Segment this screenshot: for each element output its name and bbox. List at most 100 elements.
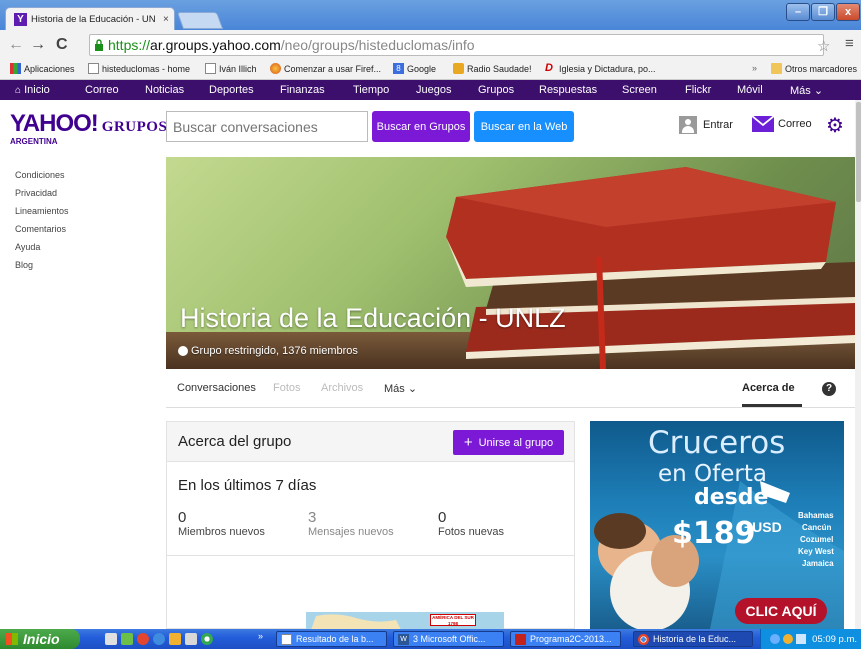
quicklaunch-icon[interactable] (153, 633, 165, 645)
about-card-title: Acerca del grupo (178, 433, 292, 450)
chrome-quicklaunch-icon[interactable] (201, 633, 213, 645)
bookmark-ivan-illich[interactable]: Iván Illich (205, 63, 257, 74)
settings-gear-icon[interactable]: ⚙ (826, 113, 844, 138)
nav-correo[interactable]: Correo (85, 84, 119, 96)
tab-fotos[interactable]: Fotos (273, 382, 301, 394)
nav-mas[interactable]: Más ⌄ (790, 84, 823, 97)
tab-archivos[interactable]: Archivos (321, 382, 363, 394)
address-bar[interactable]: https://ar.groups.yahoo.com/neo/groups/h… (89, 34, 824, 56)
chrome-icon (638, 633, 649, 645)
group-title: Historia de la Educación - UNLZ (180, 303, 566, 333)
close-window-button[interactable]: x (836, 3, 860, 21)
restricted-globe-icon (178, 346, 188, 356)
bookmark-google[interactable]: 8 Google (393, 63, 436, 74)
ad-price: $189 (672, 516, 756, 551)
cruise-advertisement[interactable]: Cruceros en Oferta desde $189 +USD Baham… (590, 421, 844, 629)
search-conversations-input[interactable] (166, 111, 368, 142)
start-button[interactable]: Inicio (0, 629, 80, 649)
quicklaunch-icon[interactable] (137, 633, 149, 645)
quicklaunch-icon[interactable] (121, 633, 133, 645)
stat-new-messages: 3 Mensajes nuevos (308, 509, 394, 538)
maximize-button[interactable]: ❐ (811, 3, 835, 21)
sidebar-link-privacidad[interactable]: Privacidad (15, 188, 69, 206)
sidebar-link-blog[interactable]: Blog (15, 260, 69, 278)
new-tab-button[interactable] (176, 12, 224, 29)
minimize-button[interactable]: – (786, 3, 810, 21)
pdf-icon (515, 633, 526, 645)
tab-close-icon[interactable]: × (163, 14, 169, 25)
bookmarks-overflow[interactable]: » (752, 63, 757, 73)
page-scrollbar-thumb[interactable] (856, 102, 861, 202)
network-icon[interactable] (796, 634, 807, 644)
nav-finanzas[interactable]: Finanzas (280, 84, 325, 96)
mail-link[interactable]: Correo (752, 116, 812, 132)
yahoo-groups-logo[interactable]: YAHOO! GRUPOS (10, 110, 167, 138)
folder-icon (771, 63, 782, 74)
stat-new-members: 0 Miembros nuevos (178, 509, 265, 538)
browser-menu-icon[interactable]: ≡ (845, 35, 854, 52)
sidebar-link-lineamientos[interactable]: Lineamientos (15, 206, 69, 224)
nav-screen[interactable]: Screen (622, 84, 657, 96)
about-card-header: Acerca del grupo + Unirse al grupo (167, 422, 574, 462)
back-arrow-icon[interactable]: ← (8, 36, 24, 54)
nav-grupos[interactable]: Grupos (478, 84, 514, 96)
tab-acerca-de[interactable]: Acerca de (742, 382, 795, 394)
nav-noticias[interactable]: Noticias (145, 84, 184, 96)
nav-respuestas[interactable]: Respuestas (539, 84, 597, 96)
nav-inicio[interactable]: ⌂ Inicio (15, 84, 50, 96)
ad-cta-button[interactable]: CLIC AQUÍ (735, 598, 827, 624)
reload-icon[interactable]: C (56, 36, 68, 54)
signin-link[interactable]: Entrar (679, 116, 733, 134)
group-map-image[interactable]: AMÉRICA DEL SUR 1798 (306, 612, 504, 630)
active-tab-underline (742, 404, 802, 407)
ad-desde: desde (694, 485, 769, 510)
clock[interactable]: 05:09 p.m. (812, 634, 857, 645)
taskbar-item[interactable]: W 3 Microsoft Offic... (393, 631, 504, 647)
help-icon[interactable]: ? (822, 382, 836, 396)
mail-label: Correo (778, 118, 812, 130)
sidebar-links: Condiciones Privacidad Lineamientos Come… (15, 170, 69, 278)
browser-tab-active[interactable]: Y Historia de la Educación - UN × (5, 7, 175, 30)
sidebar-link-ayuda[interactable]: Ayuda (15, 242, 69, 260)
forward-arrow-icon[interactable]: → (30, 36, 46, 54)
sidebar-link-condiciones[interactable]: Condiciones (15, 170, 69, 188)
sidebar-link-comentarios[interactable]: Comentarios (15, 224, 69, 242)
quicklaunch-overflow[interactable]: » (258, 631, 263, 641)
tab-conversaciones[interactable]: Conversaciones (177, 382, 256, 394)
bookmark-iglesia[interactable]: D Iglesia y Dictadura, po... (545, 63, 656, 74)
tab-title: Historia de la Educación - UN (31, 13, 156, 25)
bookmark-other[interactable]: Otros marcadores (771, 63, 857, 74)
windows-logo-icon (6, 633, 18, 645)
taskbar-item[interactable]: Programa2C-2013... (510, 631, 621, 647)
system-tray: 05:09 p.m. (760, 629, 861, 649)
url-path: /neo/groups/histeduclomas/info (280, 37, 475, 53)
bookmarks-bar: Aplicaciones histeduclomas - home Iván I… (0, 60, 861, 80)
signin-label: Entrar (703, 119, 733, 131)
nav-movil[interactable]: Móvil (737, 84, 763, 96)
search-web-button[interactable]: Buscar en la Web (474, 111, 574, 142)
ad-subheadline: en Oferta (658, 461, 767, 487)
bookmark-histeduclomas[interactable]: histeduclomas - home (88, 63, 190, 74)
quicklaunch-icon[interactable] (169, 633, 181, 645)
bookmark-firefox[interactable]: Comenzar a usar Firef... (270, 63, 381, 74)
taskbar-item-active[interactable]: Historia de la Educ... (633, 631, 753, 647)
nav-tiempo[interactable]: Tiempo (353, 84, 389, 96)
nav-deportes[interactable]: Deportes (209, 84, 254, 96)
windows-taskbar: Inicio » Resultado de la b... W 3 Micros… (0, 629, 861, 649)
tray-icon[interactable] (783, 634, 794, 644)
taskbar-item[interactable]: Resultado de la b... (276, 631, 387, 647)
search-groups-button[interactable]: Buscar en Grupos (372, 111, 470, 142)
bookmark-star-icon[interactable]: ☆ (817, 37, 830, 55)
nav-flickr[interactable]: Flickr (685, 84, 711, 96)
ad-destination: Jamaica (802, 559, 834, 568)
nav-juegos[interactable]: Juegos (416, 84, 451, 96)
firefox-icon (270, 63, 281, 74)
quicklaunch-icon[interactable] (185, 633, 197, 645)
tray-icon[interactable] (770, 634, 781, 644)
join-group-button[interactable]: + Unirse al grupo (453, 430, 564, 455)
tab-mas[interactable]: Más ⌄ (384, 382, 417, 395)
bookmark-apps[interactable]: Aplicaciones (10, 63, 75, 74)
bookmark-radio-saudade[interactable]: Radio Saudade! (453, 63, 532, 74)
user-avatar-icon (679, 116, 697, 134)
show-desktop-icon[interactable] (105, 633, 117, 645)
